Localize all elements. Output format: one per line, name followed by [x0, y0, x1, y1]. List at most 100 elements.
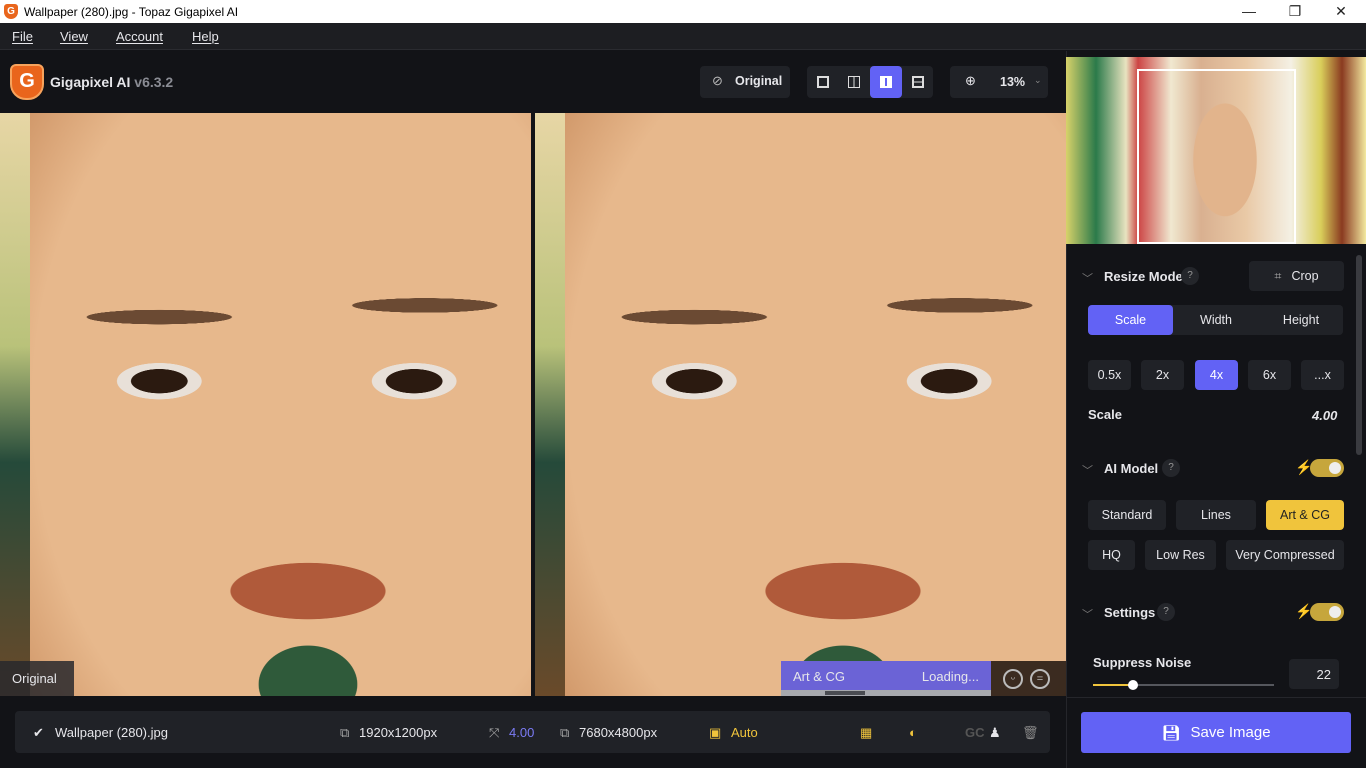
close-button[interactable]: ✕ — [1318, 0, 1364, 23]
crop-icon: ⌗ — [1274, 268, 1282, 283]
model-very-compressed[interactable]: Very Compressed — [1226, 540, 1344, 570]
check-icon[interactable]: ✔ — [33, 725, 44, 741]
help-icon[interactable]: ? — [1181, 267, 1199, 285]
output-size-icon: ⧉ — [560, 725, 570, 740]
help-icon[interactable]: ? — [1157, 603, 1175, 621]
app-name: Gigapixel AI — [50, 74, 131, 90]
preset-custom[interactable]: ...x — [1301, 360, 1344, 390]
preset-4x[interactable]: 4x — [1195, 360, 1238, 390]
view-mode-group — [807, 66, 933, 98]
tab-scale[interactable]: Scale — [1088, 305, 1173, 335]
help-icon[interactable]: ? — [1162, 459, 1180, 477]
ai-model-title: AI Model — [1104, 461, 1159, 476]
suppress-noise-label: Suppress Noise — [1093, 655, 1192, 670]
minimize-button[interactable]: — — [1226, 0, 1272, 23]
view-single-button[interactable] — [807, 66, 839, 98]
maximize-button[interactable]: ❐ — [1272, 0, 1318, 23]
scale-label: Scale — [1088, 407, 1122, 422]
model-standard[interactable]: Standard — [1088, 500, 1166, 530]
file-name: Wallpaper (280).jpg — [55, 725, 168, 740]
tab-width[interactable]: Width — [1173, 305, 1259, 335]
model-lines[interactable]: Lines — [1176, 500, 1256, 530]
view-split-button[interactable] — [838, 66, 870, 98]
chevron-down-icon: ⌄ — [1034, 75, 1042, 85]
processed-preview[interactable] — [535, 113, 1066, 696]
original-toggle-button[interactable]: ⊘ Original — [700, 66, 790, 98]
menu-file[interactable]: File — [12, 29, 33, 44]
processed-image — [535, 113, 1066, 696]
output-size: 7680x4800px — [579, 725, 658, 740]
input-size: 1920x1200px — [359, 725, 438, 740]
chevron-down-icon[interactable]: ﹀ — [1082, 462, 1093, 478]
progress-indicator — [825, 691, 865, 695]
resize-mode-title: Resize Mode — [1104, 269, 1183, 284]
input-size-icon: ⧉ — [340, 725, 350, 740]
scale-value[interactable]: 4.00 — [1312, 408, 1337, 423]
menu-help[interactable]: Help — [192, 29, 219, 44]
settings-title: Settings — [1104, 605, 1156, 620]
grid-view-icon — [912, 76, 924, 88]
original-label: Original — [735, 74, 783, 88]
model-hq[interactable]: HQ — [1088, 540, 1135, 570]
app-brand: Gigapixel AI v6.3.2 — [50, 74, 173, 90]
chevron-down-icon[interactable]: ﹀ — [1082, 270, 1093, 286]
original-image — [0, 113, 531, 696]
background-decor — [0, 113, 30, 696]
crop-button[interactable]: ⌗ Crop — [1249, 261, 1344, 291]
save-label: Save Image — [1190, 724, 1271, 741]
preset-2x[interactable]: 2x — [1141, 360, 1184, 390]
navigator-viewport[interactable] — [1137, 69, 1296, 244]
gamma-correction-toggle[interactable]: GC — [965, 725, 985, 740]
zoom-dropdown[interactable]: ⊕ 13% ⌄ — [950, 66, 1048, 98]
trash-icon[interactable]: 🗑 — [1022, 725, 1039, 741]
preset-6x[interactable]: 6x — [1248, 360, 1291, 390]
processing-status: Art & CG Loading... — [781, 661, 991, 696]
title-bar: G Wallpaper (280).jpg - Topaz Gigapixel … — [0, 0, 1366, 23]
view-grid-button[interactable] — [902, 66, 934, 98]
neutral-face-icon[interactable]: = — [1030, 669, 1050, 689]
auto-label[interactable]: Auto — [731, 725, 758, 740]
gigapixel-logo: G — [10, 64, 44, 100]
scale-icon: ⤧ — [489, 725, 500, 740]
single-view-icon — [817, 76, 829, 88]
model-label: Art & CG — [793, 669, 846, 684]
menu-view[interactable]: View — [60, 29, 88, 44]
preset-0.5x[interactable]: 0.5x — [1088, 360, 1131, 390]
status-text: Loading... — [921, 669, 979, 684]
model-low-res[interactable]: Low Res — [1145, 540, 1216, 570]
divider — [1066, 697, 1366, 698]
header: G Gigapixel AI v6.3.2 ⊘ Original ⊕ 13% ⌄ — [0, 51, 1066, 113]
app-version: v6.3.2 — [134, 74, 174, 90]
model-art-cg[interactable]: Art & CG — [1266, 500, 1344, 530]
color-correct-icon[interactable]: ◐ — [909, 725, 917, 740]
slider-handle[interactable] — [1127, 680, 1138, 690]
original-preview[interactable] — [0, 113, 531, 696]
slider-fill — [1093, 684, 1133, 686]
face-refine-icon[interactable]: ▦ — [860, 725, 872, 741]
view-side-by-side-button[interactable] — [870, 66, 902, 98]
suppress-noise-slider[interactable] — [1093, 680, 1274, 690]
face-recovery-icon[interactable]: ♟ — [989, 725, 1001, 741]
file-row[interactable]: ✔ Wallpaper (280).jpg ⧉ 1920x1200px ⤧ 4.… — [15, 711, 1050, 753]
suppress-noise-input[interactable]: 22 — [1289, 659, 1339, 689]
save-icon: 💾︎ — [1161, 724, 1181, 742]
chevron-down-icon[interactable]: ﹀ — [1082, 606, 1093, 622]
eye-off-icon: ⊘ — [712, 73, 723, 88]
auto-image-icon[interactable]: ▣ — [709, 725, 721, 741]
settings-toggle[interactable] — [1310, 603, 1344, 621]
side-by-side-icon — [880, 76, 892, 88]
panel-scrollbar[interactable] — [1356, 255, 1362, 455]
app-icon: G — [4, 4, 18, 19]
tab-height[interactable]: Height — [1259, 305, 1343, 335]
feedback-area: ᵕ = — [991, 661, 1066, 696]
window-title: Wallpaper (280).jpg - Topaz Gigapixel AI — [24, 5, 239, 19]
menu-account[interactable]: Account — [116, 29, 163, 44]
ai-model-toggle[interactable] — [1310, 459, 1344, 477]
original-label-overlay: Original — [0, 661, 74, 696]
save-image-button[interactable]: 💾︎ Save Image — [1081, 712, 1351, 753]
file-scale: 4.00 — [509, 725, 535, 740]
menu-bar: File View Account Help — [0, 23, 1366, 50]
background-decor — [535, 113, 565, 696]
split-view-icon — [848, 76, 860, 88]
smile-icon[interactable]: ᵕ — [1003, 669, 1023, 689]
